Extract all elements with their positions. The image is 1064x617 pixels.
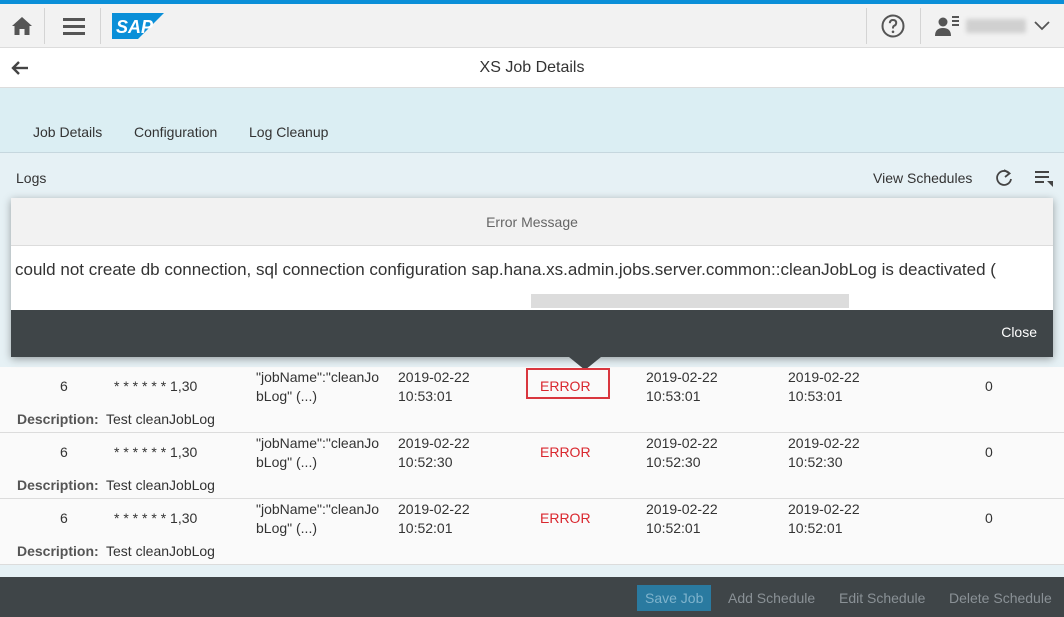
parameters-line1: "jobName":"cleanJo [256,369,380,385]
view-schedules-button[interactable]: View Schedules [873,170,972,186]
planned-date: 2019-02-22 [398,501,470,517]
page-title-bar: XS Job Details [0,48,1064,88]
logs-title: Logs [16,170,47,186]
table-settings-button[interactable] [1033,167,1055,189]
home-button[interactable] [4,4,40,48]
planned-date: 2019-02-22 [398,369,470,385]
started-date: 2019-02-22 [646,501,718,517]
help-icon [881,14,905,38]
shell-divider [920,8,921,44]
user-menu-button[interactable] [930,4,1064,48]
home-icon [12,17,32,35]
started-time: 10:53:01 [646,388,701,404]
delete-schedule-button[interactable]: Delete Schedule [949,585,1052,611]
planned-time: 10:52:30 [398,454,453,470]
error-highlight-box [526,368,610,399]
parameters-line2: bLog" (...) [256,388,317,404]
finished-time: 10:52:30 [788,454,843,470]
parameters-line1: "jobName":"cleanJo [256,435,380,451]
started-time: 10:52:01 [646,520,701,536]
add-schedule-button[interactable]: Add Schedule [728,585,815,611]
started-time: 10:52:30 [646,454,701,470]
sap-logo-text: SAP [116,17,154,37]
menu-button[interactable] [56,4,92,48]
description-value: Test cleanJobLog [106,543,215,559]
finished-time: 10:52:01 [788,520,843,536]
shell-divider [866,8,867,44]
table-row[interactable]: 6 * * * * * * 1,30 "jobName":"cleanJo bL… [0,499,1064,565]
count-value: 0 [985,444,993,460]
popover-footer: Close [11,310,1053,357]
planned-time: 10:53:01 [398,388,453,404]
planned-time: 10:52:01 [398,520,453,536]
parameters-line2: bLog" (...) [256,520,317,536]
save-job-button[interactable]: Save Job [637,585,712,611]
object-header: Job Details Configuration Log Cleanup [0,88,1064,152]
description-label: Description: [17,477,99,493]
started-date: 2019-02-22 [646,435,718,451]
row-number: 6 [60,444,68,460]
horizontal-scrollbar-thumb[interactable] [531,294,849,308]
parameters-line2: bLog" (...) [256,454,317,470]
user-name-blurred [966,19,1026,33]
tab-configuration[interactable]: Configuration [134,124,217,140]
close-button[interactable]: Close [1001,324,1037,340]
error-message-popover: Error Message could not create db connec… [11,198,1053,357]
back-button[interactable] [8,56,32,80]
refresh-icon [996,169,1012,186]
description-value: Test cleanJobLog [106,411,215,427]
shell-bar: SAP [0,4,1064,48]
parameters-line1: "jobName":"cleanJo [256,501,380,517]
status-error-link[interactable]: ERROR [540,443,591,462]
arrow-left-icon [11,61,28,75]
table-row[interactable]: 6 * * * * * * 1,30 "jobName":"cleanJo bL… [0,433,1064,499]
finished-date: 2019-02-22 [788,501,860,517]
schedule-expression: * * * * * * 1,30 [114,510,198,526]
list-settings-icon [1035,171,1053,187]
planned-date: 2019-02-22 [398,435,470,451]
row-number: 6 [60,510,68,526]
started-date: 2019-02-22 [646,369,718,385]
menu-icon [63,18,85,35]
edit-schedule-button[interactable]: Edit Schedule [839,585,925,611]
shell-divider [44,8,45,44]
description-label: Description: [17,411,99,427]
finished-time: 10:53:01 [788,388,843,404]
count-value: 0 [985,378,993,394]
tab-job-details[interactable]: Job Details [33,124,102,140]
description-label: Description: [17,543,99,559]
sap-logo[interactable]: SAP [112,13,164,39]
chevron-down-icon [1034,21,1050,31]
status-error-link[interactable]: ERROR [540,509,591,528]
page-title: XS Job Details [479,59,585,76]
count-value: 0 [985,510,993,526]
popover-title: Error Message [11,198,1053,246]
shell-divider [100,8,101,44]
finished-date: 2019-02-22 [788,435,860,451]
schedule-expression: * * * * * * 1,30 [114,378,198,394]
row-number: 6 [60,378,68,394]
help-button[interactable] [876,4,910,48]
schedule-expression: * * * * * * 1,30 [114,444,198,460]
refresh-button[interactable] [993,167,1015,189]
finished-date: 2019-02-22 [788,369,860,385]
tab-log-cleanup[interactable]: Log Cleanup [249,124,328,140]
description-value: Test cleanJobLog [106,477,215,493]
user-icon [935,16,959,36]
footer-toolbar: Save Job Add Schedule Edit Schedule Dele… [0,577,1064,617]
error-message-text: could not create db connection, sql conn… [15,260,996,279]
